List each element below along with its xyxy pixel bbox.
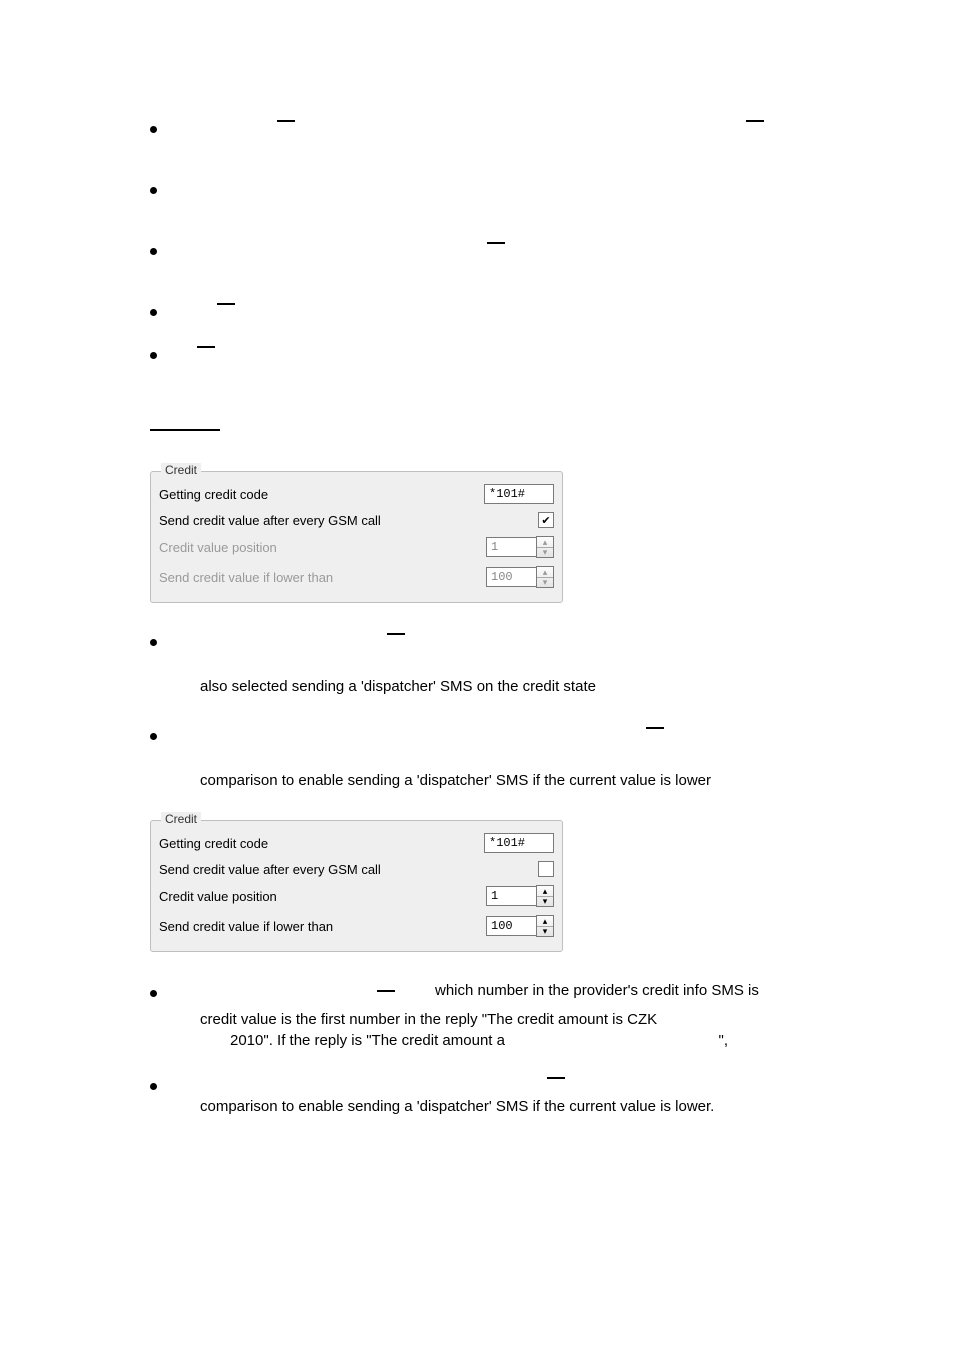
stepper-input[interactable] bbox=[486, 886, 536, 906]
field-label: Send credit value if lower than bbox=[159, 570, 486, 585]
chevron-down-icon[interactable]: ▾ bbox=[537, 927, 553, 936]
field-label: Getting credit code bbox=[159, 487, 484, 502]
dash-icon bbox=[547, 1077, 565, 1079]
field-label: Getting credit code bbox=[159, 836, 484, 851]
credit-group: Credit Getting credit code Send credit v… bbox=[150, 471, 563, 603]
field-label: Send credit value if lower than bbox=[159, 919, 486, 934]
dash-icon bbox=[487, 242, 505, 244]
bullet-disc-icon bbox=[150, 126, 157, 133]
row-getting-credit-code: Getting credit code bbox=[159, 480, 554, 508]
bullet-disc-icon bbox=[150, 733, 157, 740]
credit-position-stepper[interactable]: ▴▾ bbox=[486, 885, 554, 907]
bullet-item bbox=[150, 727, 844, 740]
stepper-buttons[interactable]: ▴▾ bbox=[536, 915, 554, 937]
field-label: Credit value position bbox=[159, 540, 486, 555]
dash-icon bbox=[387, 633, 405, 635]
chevron-down-icon[interactable]: ▾ bbox=[537, 548, 553, 557]
group-legend: Credit bbox=[161, 812, 201, 826]
group-legend: Credit bbox=[161, 463, 201, 477]
body-text: ", bbox=[719, 1032, 729, 1049]
document-page: Credit Getting credit code Send credit v… bbox=[0, 0, 954, 1350]
body-text-line: 2010". If the reply is "The credit amoun… bbox=[230, 1032, 844, 1049]
chevron-up-icon[interactable]: ▴ bbox=[537, 887, 553, 897]
bullet-disc-icon bbox=[150, 1083, 157, 1090]
stepper-buttons[interactable]: ▴▾ bbox=[536, 885, 554, 907]
dash-icon bbox=[646, 727, 664, 729]
bullet-disc-icon bbox=[150, 990, 157, 997]
chevron-up-icon[interactable]: ▴ bbox=[537, 538, 553, 548]
field-label: Send credit value after every GSM call bbox=[159, 513, 498, 528]
bullet-item bbox=[150, 303, 844, 316]
field-label: Credit value position bbox=[159, 889, 486, 904]
lower-than-stepper[interactable]: ▴▾ bbox=[486, 566, 554, 588]
row-send-if-lower: Send credit value if lower than ▴▾ bbox=[159, 562, 554, 592]
dash-icon bbox=[277, 120, 295, 122]
row-getting-credit-code: Getting credit code bbox=[159, 829, 554, 857]
stepper-input[interactable] bbox=[486, 916, 536, 936]
stepper-buttons[interactable]: ▴▾ bbox=[536, 536, 554, 558]
lower-than-stepper[interactable]: ▴▾ bbox=[486, 915, 554, 937]
row-send-after-call: Send credit value after every GSM call bbox=[159, 857, 554, 881]
credit-position-stepper[interactable]: ▴▾ bbox=[486, 536, 554, 558]
bullet-item: which number in the provider's credit in… bbox=[150, 982, 844, 999]
field-label: Send credit value after every GSM call bbox=[159, 862, 498, 877]
stepper-input[interactable] bbox=[486, 567, 536, 587]
row-credit-value-position: Credit value position ▴▾ bbox=[159, 881, 554, 911]
bullet-item bbox=[150, 120, 844, 133]
getting-credit-code-input[interactable] bbox=[484, 484, 554, 504]
bullet-item bbox=[150, 1077, 844, 1090]
chevron-up-icon[interactable]: ▴ bbox=[537, 917, 553, 927]
stepper-input[interactable] bbox=[486, 537, 536, 557]
bullet-item bbox=[150, 181, 844, 194]
dash-icon bbox=[746, 120, 764, 122]
underline-rule bbox=[150, 429, 220, 431]
body-text: credit value is the first number in the … bbox=[200, 1009, 844, 1032]
bullet-item bbox=[150, 633, 844, 646]
body-text: 2010". If the reply is "The credit amoun… bbox=[230, 1032, 505, 1049]
dash-icon bbox=[217, 303, 235, 305]
chevron-down-icon[interactable]: ▾ bbox=[537, 578, 553, 587]
bullet-disc-icon bbox=[150, 352, 157, 359]
send-after-call-checkbox[interactable] bbox=[538, 861, 554, 877]
bullet-item bbox=[150, 242, 844, 255]
body-text: which number in the provider's credit in… bbox=[435, 982, 759, 999]
body-text: comparison to enable sending a 'dispatch… bbox=[200, 770, 844, 793]
bullet-disc-icon bbox=[150, 639, 157, 646]
chevron-down-icon[interactable]: ▾ bbox=[537, 897, 553, 906]
row-send-after-call: Send credit value after every GSM call bbox=[159, 508, 554, 532]
bullet-disc-icon bbox=[150, 187, 157, 194]
bullet-disc-icon bbox=[150, 248, 157, 255]
dash-icon bbox=[377, 990, 395, 992]
body-text: also selected sending a 'dispatcher' SMS… bbox=[200, 676, 844, 699]
row-send-if-lower: Send credit value if lower than ▴▾ bbox=[159, 911, 554, 941]
bullet-item bbox=[150, 346, 844, 359]
dash-icon bbox=[197, 346, 215, 348]
send-after-call-checkbox[interactable] bbox=[538, 512, 554, 528]
row-credit-value-position: Credit value position ▴▾ bbox=[159, 532, 554, 562]
credit-group: Credit Getting credit code Send credit v… bbox=[150, 820, 563, 952]
body-text: comparison to enable sending a 'dispatch… bbox=[200, 1096, 844, 1119]
getting-credit-code-input[interactable] bbox=[484, 833, 554, 853]
stepper-buttons[interactable]: ▴▾ bbox=[536, 566, 554, 588]
bullet-disc-icon bbox=[150, 309, 157, 316]
chevron-up-icon[interactable]: ▴ bbox=[537, 568, 553, 578]
